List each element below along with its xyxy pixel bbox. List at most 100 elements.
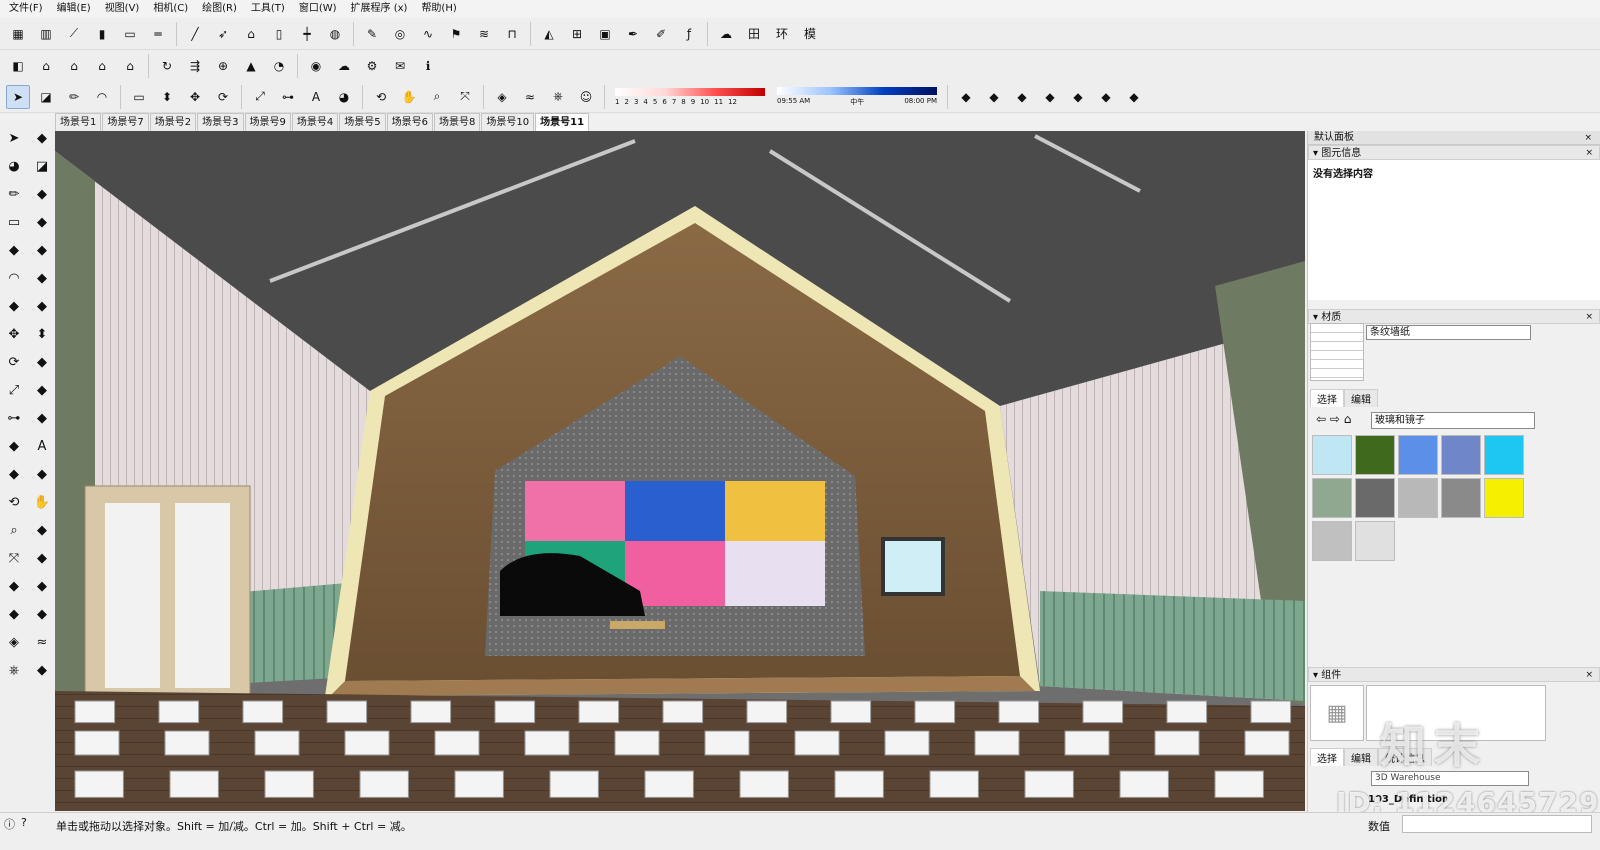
face2-icon[interactable]: ◆ [1038, 85, 1062, 109]
rotated-rect-icon[interactable]: ◆ [31, 211, 53, 233]
scene-tab[interactable]: 场景号4 [291, 113, 339, 131]
zoom-window-icon[interactable]: ◆ [31, 519, 53, 541]
section2-icon[interactable]: ◆ [31, 603, 53, 625]
info-icon[interactable]: ℹ [416, 54, 440, 78]
shadow-date-scale[interactable] [615, 87, 765, 96]
plus-icon[interactable]: ⊕ [211, 54, 235, 78]
slab-icon[interactable]: ▭ [118, 22, 142, 46]
column-icon[interactable]: ▥ [34, 22, 58, 46]
settings-icon[interactable]: ⚙ [360, 54, 384, 78]
door-icon[interactable]: ▯ [267, 22, 291, 46]
layers-icon[interactable]: ◆ [31, 659, 53, 681]
shadow-time-slider[interactable]: 09:55 AM 中午 08:00 PM [777, 86, 937, 107]
move-icon[interactable]: ✥ [183, 85, 207, 109]
scene-tab[interactable]: 场景号11 [535, 113, 590, 131]
wave-icon[interactable]: ≋ [472, 22, 496, 46]
house3-icon[interactable]: ⌂ [90, 54, 114, 78]
shadow-date-slider[interactable]: 1 2 3 4 5 6 7 8 9 10 11 12 [615, 87, 765, 106]
spiral-icon[interactable]: ◎ [388, 22, 412, 46]
close-icon[interactable]: × [1585, 146, 1593, 161]
scene-tab[interactable]: 场景号1 [55, 113, 102, 131]
scale-icon[interactable]: ⤢ [3, 379, 25, 401]
materials-header[interactable]: ▾ 材质 × [1308, 309, 1600, 324]
components-header[interactable]: ▾ 组件 × [1308, 667, 1600, 682]
scene-tab[interactable]: 场景号7 [102, 113, 149, 131]
scale-icon[interactable]: ⤢ [248, 85, 272, 109]
nav-arrows-icon[interactable]: ⇦ ⇨ ⌂ [1316, 412, 1351, 426]
tape-icon[interactable]: ⊶ [276, 85, 300, 109]
offset-icon[interactable]: ◆ [31, 379, 53, 401]
sandbox-icon[interactable]: ≈ [31, 631, 53, 653]
material-swatch[interactable] [1484, 478, 1524, 518]
stamp-icon[interactable]: ⎈ [3, 659, 25, 681]
arc-icon[interactable]: ◠ [90, 85, 114, 109]
fx-icon[interactable]: ƒ [677, 22, 701, 46]
menu-item[interactable]: 扩展程序 (x) [344, 0, 415, 18]
circle-icon[interactable]: ◆ [3, 239, 25, 261]
select-icon[interactable]: ➤ [6, 84, 30, 109]
material-swatch[interactable] [1441, 435, 1481, 475]
menu-item[interactable]: 帮助(H) [414, 0, 463, 18]
material-swatch[interactable] [1398, 478, 1438, 518]
zoom-icon[interactable]: ⌕ [425, 85, 449, 109]
paint-icon[interactable]: ✎ [360, 22, 384, 46]
arrow-icon[interactable]: ➶ [211, 22, 235, 46]
menu-item[interactable]: 绘图(R) [195, 0, 244, 18]
pencil-icon[interactable]: ✏ [3, 183, 25, 205]
text-icon[interactable]: A [304, 85, 328, 109]
export-icon[interactable]: ⇶ [183, 54, 207, 78]
look-around-icon[interactable]: ◆ [31, 575, 53, 597]
material-select-tab[interactable]: 选择 [1310, 389, 1344, 407]
pan-icon[interactable]: ✋ [31, 491, 53, 513]
line-icon[interactable]: ╱ [183, 22, 207, 46]
gate-icon[interactable]: ⊓ [500, 22, 524, 46]
menu-item[interactable]: 视图(V) [98, 0, 147, 18]
house-icon[interactable]: ⌂ [34, 54, 58, 78]
position-camera-icon[interactable]: ◆ [31, 547, 53, 569]
xray-icon[interactable]: ◆ [1094, 85, 1118, 109]
axes-icon[interactable]: ◆ [3, 463, 25, 485]
rotate-icon[interactable]: ⟳ [211, 85, 235, 109]
arc2-icon[interactable]: ◆ [3, 295, 25, 317]
stair-icon[interactable]: ⟋ [62, 22, 86, 46]
help-icon[interactable]: ? [21, 816, 27, 832]
3dtext-icon[interactable]: ◆ [31, 463, 53, 485]
zoom-extents-icon[interactable]: ⤧ [3, 547, 25, 569]
mo-icon[interactable]: 模 [798, 22, 822, 46]
move-icon[interactable]: ✥ [3, 323, 25, 345]
triangle-icon[interactable]: ◭ [537, 22, 561, 46]
arc3-icon[interactable]: ◆ [31, 295, 53, 317]
text-icon[interactable]: A [31, 435, 53, 457]
scene-tab[interactable]: 场景号8 [434, 113, 481, 131]
walk-icon[interactable]: ◆ [3, 575, 25, 597]
scene-tab[interactable]: 场景号2 [149, 113, 197, 131]
material-library-select[interactable]: 玻璃和镜子 [1371, 412, 1535, 429]
pan-icon[interactable]: ✋ [397, 85, 421, 109]
paint-bucket-icon[interactable]: ◕ [332, 85, 356, 109]
rectangle-icon[interactable]: ▭ [3, 211, 25, 233]
material-swatch[interactable] [1312, 521, 1352, 561]
user-icon[interactable]: ☺ [574, 85, 598, 109]
house4-icon[interactable]: ⌂ [118, 54, 142, 78]
material-swatch[interactable] [1355, 435, 1395, 475]
solid-icon[interactable]: ◈ [490, 85, 514, 109]
zoom-extents-icon[interactable]: ⤧ [453, 85, 477, 109]
close-icon[interactable]: × [1585, 668, 1593, 683]
component-select-tab[interactable]: 选择 [1310, 748, 1344, 766]
pushpull-icon[interactable]: ⬍ [31, 323, 53, 345]
scene-tab[interactable]: 场景号9 [244, 113, 291, 131]
brush-icon[interactable]: ✐ [649, 22, 673, 46]
menu-item[interactable]: 工具(T) [244, 0, 292, 18]
material-swatch[interactable] [1398, 435, 1438, 475]
sandbox-icon[interactable]: ≈ [518, 85, 542, 109]
tree-icon[interactable]: ▲ [239, 54, 263, 78]
tray-close-icon[interactable]: × [1584, 131, 1592, 145]
material-swatch[interactable] [1355, 478, 1395, 518]
followme-icon[interactable]: ◆ [31, 351, 53, 373]
material-swatch[interactable] [1355, 521, 1395, 561]
scene-tab[interactable]: 场景号6 [386, 113, 433, 131]
cylinder-icon[interactable]: ◍ [323, 22, 347, 46]
measurements-input[interactable] [1402, 815, 1592, 833]
rectangle-icon[interactable]: ▭ [127, 85, 151, 109]
material-edit-tab[interactable]: 编辑 [1344, 389, 1378, 407]
